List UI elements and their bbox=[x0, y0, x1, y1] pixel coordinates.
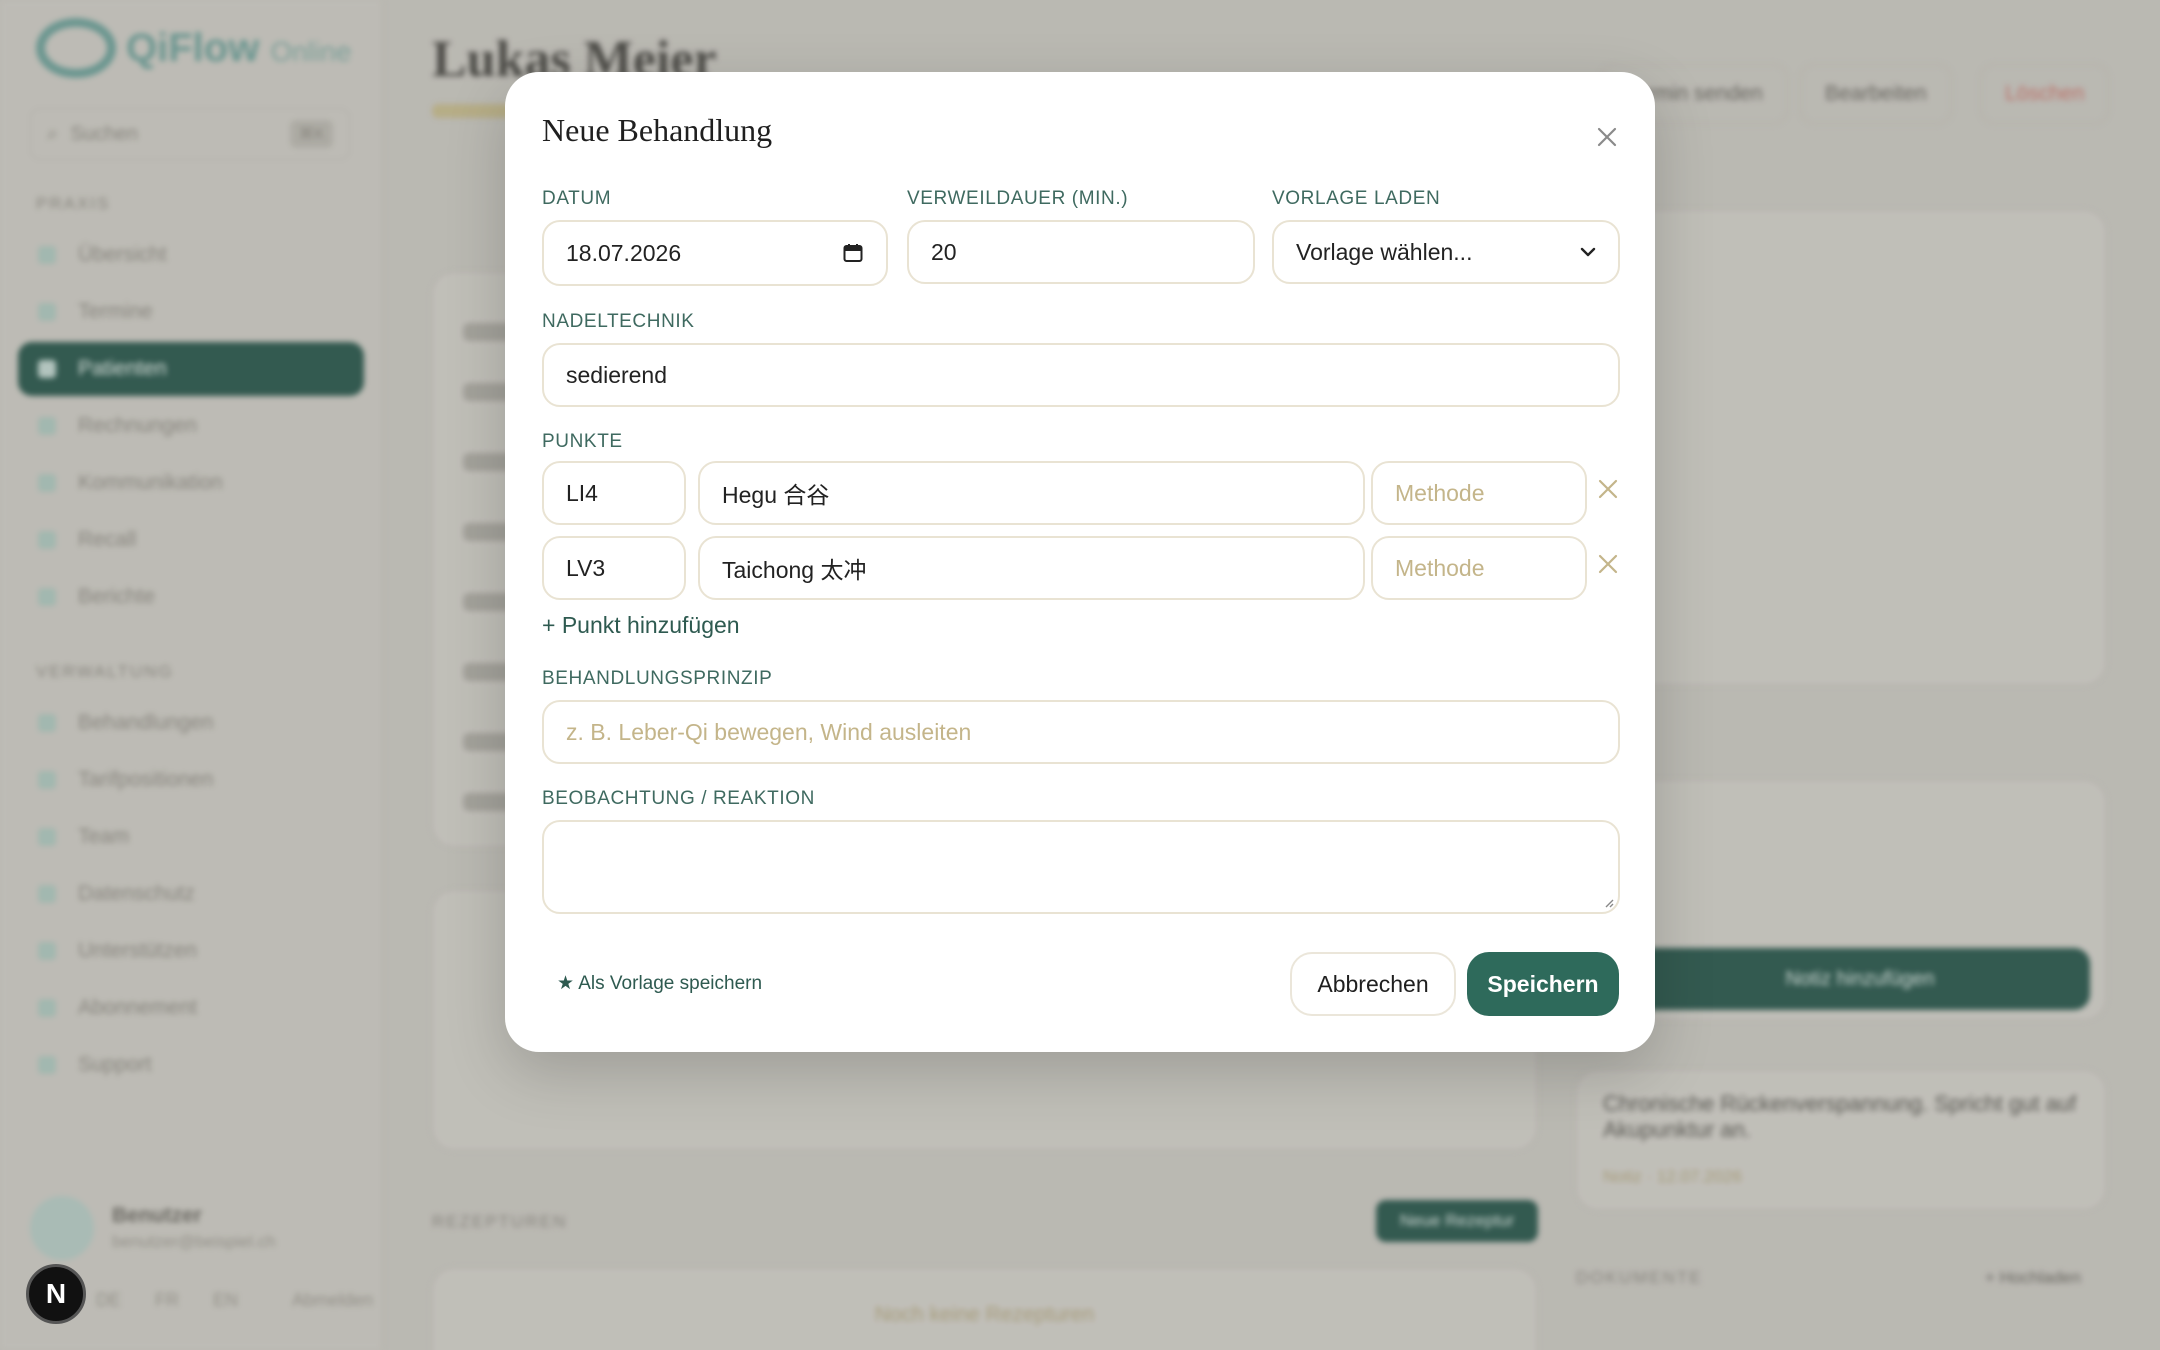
date-value: 18.07.2026 bbox=[566, 239, 682, 266]
point-code-input[interactable]: LV3 bbox=[542, 536, 686, 600]
date-label: DATUM bbox=[542, 188, 612, 209]
point-method-input[interactable]: Methode bbox=[1371, 536, 1587, 600]
close-icon bbox=[1598, 479, 1618, 499]
point-method-input[interactable]: Methode bbox=[1371, 461, 1587, 525]
template-select[interactable]: Vorlage wählen... bbox=[1272, 220, 1620, 284]
observation-label: BEOBACHTUNG / REAKTION bbox=[542, 788, 815, 809]
principle-label: BEHANDLUNGSPRINZIP bbox=[542, 668, 773, 689]
needle-technique-label: NADELTECHNIK bbox=[542, 311, 695, 332]
duration-value: 20 bbox=[931, 238, 957, 265]
add-point-link[interactable]: + Punkt hinzufügen bbox=[542, 612, 740, 639]
duration-label: VERWEILDAUER (MIN.) bbox=[907, 188, 1129, 209]
needle-technique-input[interactable]: sedierend bbox=[542, 343, 1620, 407]
save-as-template-button[interactable]: ★ Als Vorlage speichern bbox=[557, 972, 762, 995]
dialog-title: Neue Behandlung bbox=[542, 112, 773, 148]
cancel-button[interactable]: Abbrechen bbox=[1290, 952, 1456, 1016]
close-icon bbox=[1597, 127, 1617, 147]
save-button[interactable]: Speichern bbox=[1467, 952, 1619, 1016]
point-name-input[interactable]: Hegu 合谷 bbox=[698, 461, 1365, 525]
close-button[interactable] bbox=[1587, 117, 1627, 157]
template-selected: Vorlage wählen... bbox=[1296, 238, 1473, 265]
principle-input[interactable]: z. B. Leber-Qi bewegen, Wind ausleiten bbox=[542, 700, 1620, 764]
observation-textarea[interactable] bbox=[542, 820, 1620, 914]
needle-technique-value: sedierend bbox=[566, 361, 668, 388]
n-badge[interactable]: N bbox=[26, 1264, 86, 1324]
remove-point-button[interactable] bbox=[1593, 549, 1623, 579]
points-label: PUNKTE bbox=[542, 431, 623, 452]
calendar-icon[interactable] bbox=[842, 242, 864, 264]
point-name-input[interactable]: Taichong 太冲 bbox=[698, 536, 1365, 600]
template-label: VORLAGE LADEN bbox=[1272, 188, 1441, 209]
duration-input[interactable]: 20 bbox=[907, 220, 1255, 284]
new-treatment-dialog: Neue Behandlung DATUM 18.07.2026 VERWEIL… bbox=[505, 72, 1655, 1052]
point-code-input[interactable]: LI4 bbox=[542, 461, 686, 525]
chevron-down-icon bbox=[1580, 246, 1596, 258]
close-icon bbox=[1598, 554, 1618, 574]
date-input[interactable]: 18.07.2026 bbox=[542, 220, 888, 286]
resize-handle-icon[interactable] bbox=[1602, 896, 1614, 908]
remove-point-button[interactable] bbox=[1593, 474, 1623, 504]
